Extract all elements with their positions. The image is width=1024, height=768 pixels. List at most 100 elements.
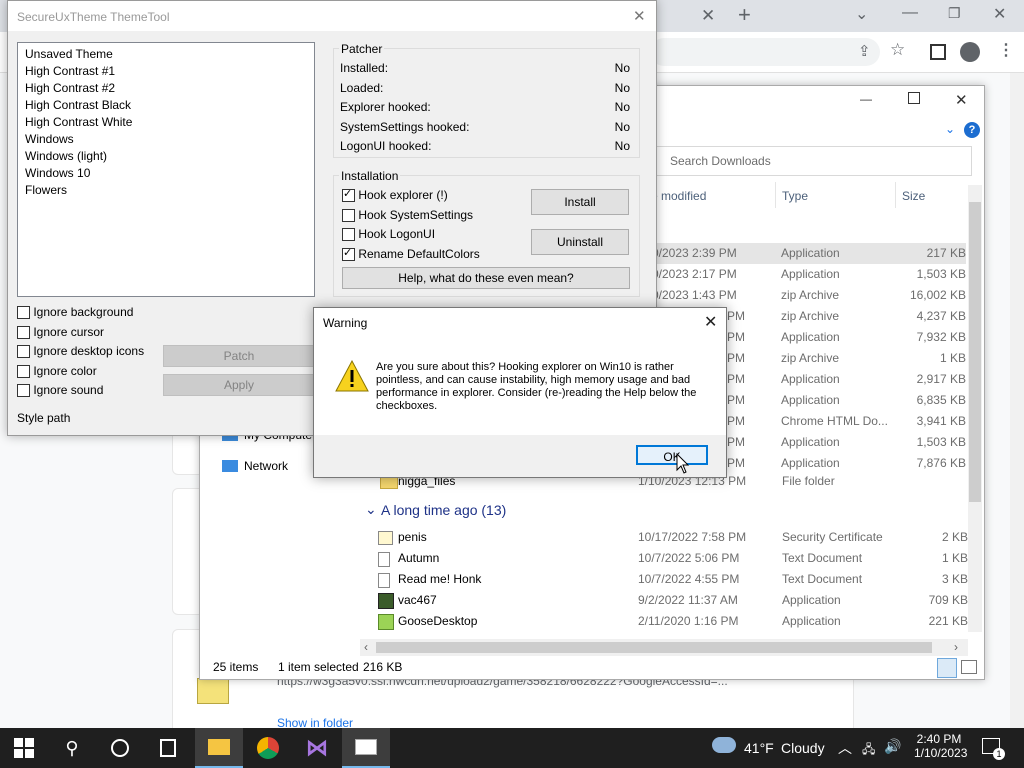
list-item[interactable]: Windows (light) [25, 148, 132, 165]
column-date-modified[interactable]: e modified [651, 189, 706, 203]
file-explorer-taskbar-icon[interactable] [195, 728, 243, 768]
bookmark-star-icon[interactable]: ☆ [890, 40, 905, 60]
volume-icon[interactable]: 🔊 [884, 738, 901, 755]
app-icon [378, 593, 394, 609]
table-row[interactable]: 0/2023 1:43 PM zip Archive 16,002 KB [652, 285, 968, 306]
list-item[interactable]: High Contrast #1 [25, 63, 132, 80]
cortana-icon[interactable] [96, 728, 144, 768]
network-tray-icon[interactable]: 🖧 [862, 740, 875, 761]
rename-defaultcolors-label: Rename DefaultColors [358, 247, 480, 261]
search-box[interactable]: Search Downloads [656, 146, 972, 176]
ignore-sound-checkbox[interactable] [17, 384, 30, 398]
profile-avatar-icon[interactable] [960, 42, 980, 62]
side-panel-icon[interactable] [930, 44, 946, 60]
rename-defaultcolors-checkbox[interactable] [342, 246, 355, 262]
list-item[interactable]: Flowers [25, 182, 132, 199]
clock[interactable]: 2:40 PM 1/10/2023 [914, 732, 967, 760]
table-row[interactable]: Autumn 10/7/2022 5:06 PM Text Document 1 KB [378, 548, 968, 569]
help-button[interactable]: Help, what do these even mean? [342, 267, 630, 289]
patch-button[interactable]: Patch [163, 345, 315, 367]
theme-list[interactable]: Unsaved Theme High Contrast #1 High Cont… [17, 42, 315, 297]
horizontal-scrollbar[interactable]: ‹ › [360, 639, 968, 656]
large-icons-view-icon[interactable] [961, 660, 977, 674]
ignore-cursor-checkbox[interactable] [17, 326, 30, 340]
chrome-scrollbar[interactable] [1010, 73, 1024, 728]
warning-close-icon[interactable]: ✕ [704, 312, 717, 332]
scrollbar-thumb[interactable] [969, 202, 981, 502]
explorer-maximize-icon[interactable] [908, 92, 920, 104]
cell-date: PM [727, 456, 745, 470]
table-row[interactable]: vac467 9/2/2022 11:37 AM Application 709 KB [378, 590, 968, 611]
hook-explorer-checkbox[interactable] [342, 187, 355, 203]
list-item[interactable]: Windows 10 [25, 165, 132, 182]
ignore-sound-row[interactable]: Ignore sound [17, 383, 103, 398]
explorer-minimize-icon[interactable]: — [860, 92, 872, 106]
menu-kebab-icon[interactable]: ⋮ [998, 40, 1014, 60]
themetool-close-icon[interactable]: ✕ [633, 7, 646, 25]
share-icon[interactable]: ⇪ [858, 42, 871, 60]
vertical-scrollbar[interactable] [968, 185, 982, 632]
table-row[interactable]: GooseDesktop 2/11/2020 1:16 PM Application… [378, 611, 968, 632]
start-button[interactable] [0, 728, 48, 768]
group-header[interactable]: A long time ago (13) [381, 502, 506, 518]
details-view-icon[interactable] [937, 658, 957, 678]
weather-temp[interactable]: 41°F [744, 740, 774, 756]
list-item[interactable]: High Contrast Black [25, 97, 132, 114]
ribbon-expand-icon[interactable]: ⌄ [945, 122, 955, 136]
ignore-color-row[interactable]: Ignore color [17, 364, 97, 379]
hook-logonui-checkbox[interactable] [342, 228, 355, 242]
visual-studio-taskbar-icon[interactable]: ⋈ [293, 728, 341, 768]
chrome-taskbar-icon[interactable] [244, 728, 292, 768]
ignore-background-row[interactable]: Ignore background [17, 305, 133, 320]
tab-close-icon[interactable]: ✕ [701, 6, 715, 26]
hook-explorer-checkbox-row[interactable]: Hook explorer (!) [342, 187, 448, 203]
omnibox[interactable] [650, 38, 880, 66]
search-icon[interactable]: ⚲ [48, 728, 96, 768]
cloud-icon[interactable] [712, 737, 736, 753]
hook-logonui-checkbox-row[interactable]: Hook LogonUI [342, 227, 436, 242]
close-icon[interactable]: ✕ [993, 4, 1006, 24]
help-icon[interactable]: ? [964, 122, 980, 138]
list-item[interactable]: Windows [25, 131, 132, 148]
search-input[interactable]: Search Downloads [670, 154, 771, 168]
hscroll-thumb[interactable] [376, 642, 932, 653]
ok-button[interactable]: OK [636, 445, 708, 465]
list-item[interactable]: Unsaved Theme [25, 46, 132, 63]
ignore-cursor-row[interactable]: Ignore cursor [17, 325, 104, 340]
minimize-icon[interactable]: — [902, 4, 918, 22]
group-collapse-icon[interactable]: ⌄ [365, 501, 377, 518]
install-button[interactable]: Install [531, 189, 629, 215]
list-item[interactable]: High Contrast White [25, 114, 132, 131]
table-row[interactable]: penis 10/17/2022 7:58 PM Security Certific… [378, 527, 968, 548]
apply-button[interactable]: Apply [163, 374, 315, 396]
tray-chevron-icon[interactable]: ︿ [838, 738, 852, 758]
new-tab-button[interactable]: + [738, 2, 751, 28]
table-row[interactable]: Read me! Honk 10/7/2022 4:55 PM Text Docum… [378, 569, 968, 590]
column-divider[interactable] [895, 182, 896, 208]
explorer-close-icon[interactable]: ✕ [955, 91, 968, 109]
task-view-icon[interactable] [144, 728, 192, 768]
scroll-right-icon[interactable]: › [954, 640, 958, 654]
column-size[interactable]: Size [902, 189, 925, 203]
ignore-desktop-icons-row[interactable]: Ignore desktop icons [17, 344, 144, 359]
list-item[interactable]: High Contrast #2 [25, 80, 132, 97]
scroll-left-icon[interactable]: ‹ [364, 640, 368, 654]
hook-systemsettings-checkbox-row[interactable]: Hook SystemSettings [342, 208, 473, 223]
hook-systemsettings-checkbox[interactable] [342, 209, 355, 223]
weather-condition[interactable]: Cloudy [781, 740, 825, 756]
table-row[interactable]: 0/2023 2:39 PM Application 217 KB [652, 243, 968, 264]
rename-defaultcolors-checkbox-row[interactable]: Rename DefaultColors [342, 246, 480, 262]
uninstall-button[interactable]: Uninstall [531, 229, 629, 255]
table-row[interactable]: 0/2023 2:17 PM Application 1,503 KB [652, 264, 968, 285]
restore-icon[interactable]: ❐ [948, 5, 961, 22]
ignore-color-checkbox[interactable] [17, 365, 30, 379]
ignore-background-checkbox[interactable] [17, 306, 30, 320]
hook-logonui-label: Hook LogonUI [358, 227, 436, 241]
themetool-taskbar-icon[interactable] [342, 728, 390, 768]
column-type[interactable]: Type [782, 189, 808, 203]
nav-network[interactable]: Network [244, 459, 288, 473]
tab-search-icon[interactable]: ⌄ [855, 4, 868, 24]
ignore-desktop-icons-checkbox[interactable] [17, 345, 30, 359]
cell-type: Security Certificate [782, 530, 883, 544]
column-divider[interactable] [775, 182, 776, 208]
